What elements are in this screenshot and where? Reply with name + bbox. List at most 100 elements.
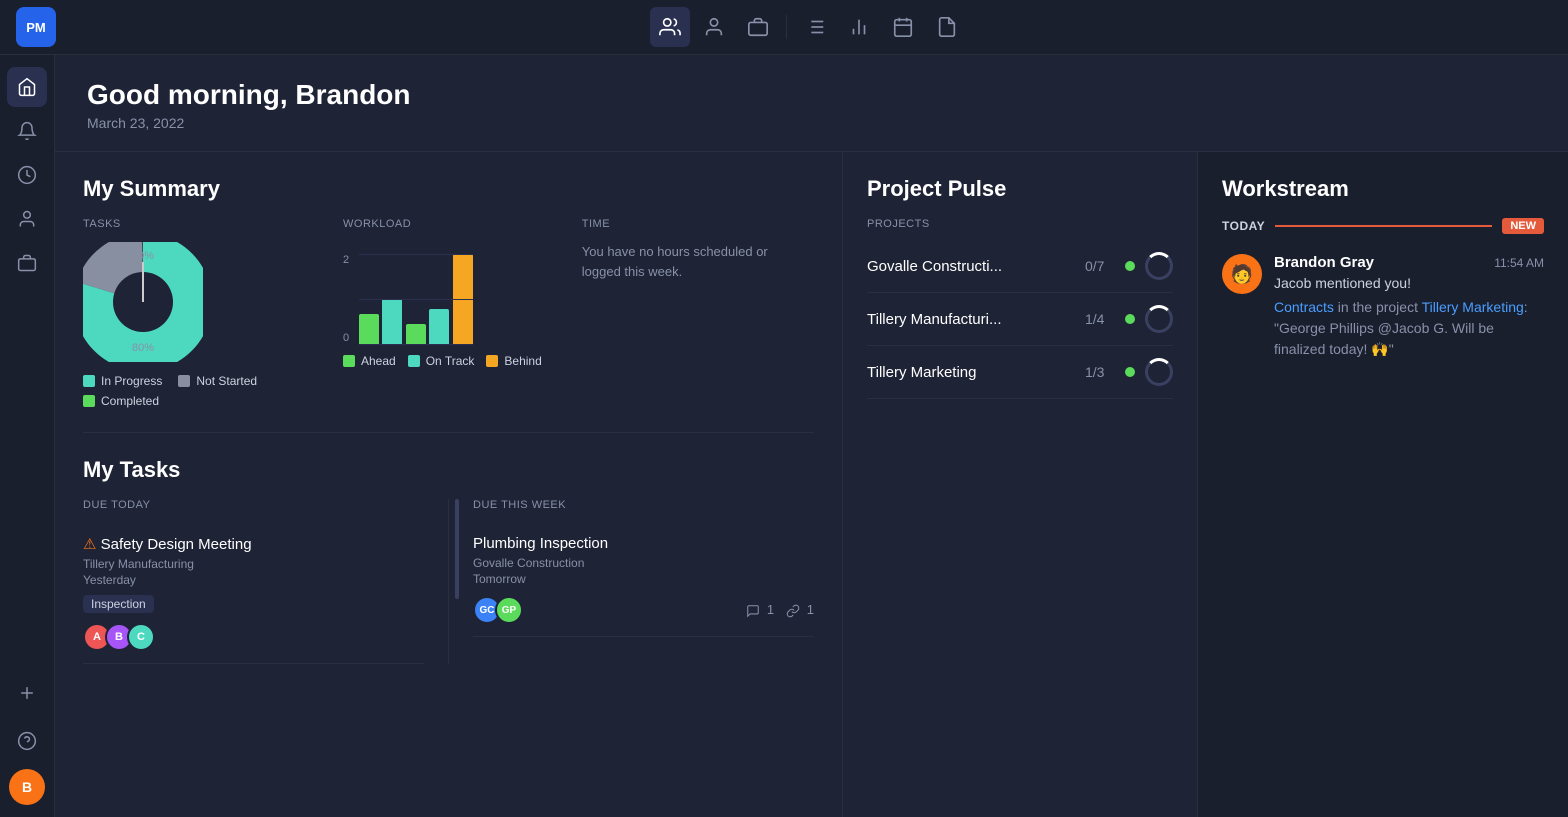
- project-ring-tillery-mfg: [1145, 305, 1173, 333]
- project-ring-tillery-mkt: [1145, 358, 1173, 386]
- task-tag-inspection: Inspection: [83, 595, 154, 613]
- on-track-label: On Track: [426, 354, 475, 368]
- user-avatar[interactable]: B: [9, 769, 45, 805]
- project-status-dot-tillery-mfg: [1125, 314, 1135, 324]
- not-started-dot: [178, 375, 190, 387]
- workstream-contracts-link[interactable]: Contracts: [1274, 299, 1334, 315]
- sidebar-item-user[interactable]: [7, 199, 47, 239]
- project-row-tillery-mkt[interactable]: Tillery Marketing 1/3: [867, 346, 1173, 399]
- calendar-nav-icon[interactable]: [883, 7, 923, 47]
- task-project-tillery: Tillery Manufacturing: [83, 557, 424, 571]
- chart-nav-icon[interactable]: [839, 7, 879, 47]
- my-tasks-section: My Tasks DUE TODAY ⚠ Safety Design Meeti…: [83, 457, 814, 664]
- bar-ontrack-2: [429, 309, 449, 344]
- nav-divider: [786, 15, 787, 39]
- timeline-line: [1275, 225, 1492, 227]
- list-nav-icon[interactable]: [795, 7, 835, 47]
- projects-label: PROJECTS: [867, 218, 1173, 230]
- y-label-0: 0: [343, 332, 349, 344]
- time-text: You have no hours scheduled or logged th…: [582, 242, 782, 281]
- not-started-label: Not Started: [196, 374, 257, 388]
- project-row-govalle[interactable]: Govalle Constructi... 0/7: [867, 240, 1173, 293]
- ahead-dot: [343, 355, 355, 367]
- bar-group-1: [359, 299, 402, 344]
- task-date-tomorrow: Tomorrow: [473, 572, 814, 586]
- project-status-dot-govalle: [1125, 261, 1135, 271]
- my-summary-section: My Summary TASKS 20%: [83, 176, 814, 408]
- timeline-new-badge: NEW: [1502, 218, 1544, 234]
- document-nav-icon[interactable]: [927, 7, 967, 47]
- task-date-yesterday: Yesterday: [83, 573, 424, 587]
- completed-dot: [83, 395, 95, 407]
- pie-legend: In Progress Not Started Completed: [83, 374, 303, 408]
- workstream-header: Brandon Gray 11:54 AM: [1274, 254, 1544, 271]
- sidebar-item-help[interactable]: [7, 721, 47, 761]
- bar-ahead-1: [359, 314, 379, 344]
- workload-chart: WORKLOAD 2 0: [343, 218, 542, 368]
- due-week-column: DUE THIS WEEK Plumbing Inspection Govall…: [449, 499, 814, 664]
- due-today-label: DUE TODAY: [83, 499, 424, 511]
- project-pulse-panel: Project Pulse PROJECTS Govalle Construct…: [843, 152, 1198, 817]
- sidebar-item-briefcase[interactable]: [7, 243, 47, 283]
- workstream-title: Workstream: [1222, 176, 1544, 202]
- workstream-panel: Workstream TODAY NEW 🧑 Brandon Gray 11:5…: [1198, 152, 1568, 817]
- project-name-tillery-mkt: Tillery Marketing: [867, 364, 1075, 381]
- legend-in-progress: In Progress: [83, 374, 162, 388]
- project-name-govalle: Govalle Constructi...: [867, 258, 1075, 275]
- briefcase-nav-icon[interactable]: [738, 7, 778, 47]
- in-progress-label: In Progress: [101, 374, 162, 388]
- workstream-time: 11:54 AM: [1494, 256, 1544, 270]
- sidebar-item-bell[interactable]: [7, 111, 47, 151]
- project-ring-govalle: [1145, 252, 1173, 280]
- my-summary-title: My Summary: [83, 176, 814, 202]
- workload-legend: Ahead On Track Behind: [343, 354, 542, 368]
- people-nav-icon[interactable]: [650, 7, 690, 47]
- y-label-2: 2: [343, 254, 349, 266]
- bar-group-2: [406, 309, 449, 344]
- task-name-safety: ⚠ Safety Design Meeting: [83, 535, 424, 553]
- task-links: 1: [786, 602, 814, 618]
- workstream-project-link[interactable]: Tillery Marketing: [1422, 299, 1524, 315]
- tasks-chart: TASKS 20%: [83, 218, 303, 408]
- person-nav-icon[interactable]: [694, 7, 734, 47]
- workstream-name: Brandon Gray: [1274, 254, 1374, 271]
- pie-percent-top: 20%: [132, 250, 154, 262]
- warning-icon: ⚠: [83, 536, 101, 553]
- page-title: Good morning, Brandon: [87, 79, 1536, 111]
- workstream-message: Contracts in the project Tillery Marketi…: [1274, 297, 1544, 360]
- legend-ahead: Ahead: [343, 354, 396, 368]
- in-progress-dot: [83, 375, 95, 387]
- project-pulse-title: Project Pulse: [867, 176, 1173, 202]
- task-project-govalle: Govalle Construction: [473, 556, 814, 570]
- sidebar-item-clock[interactable]: [7, 155, 47, 195]
- left-panel: My Summary TASKS 20%: [55, 152, 843, 817]
- pie-percent-bottom: 80%: [132, 342, 154, 354]
- sidebar-item-home[interactable]: [7, 67, 47, 107]
- project-count-tillery-mfg: 1/4: [1085, 311, 1115, 327]
- legend-completed: Completed: [83, 394, 159, 408]
- workload-label: WORKLOAD: [343, 218, 542, 230]
- due-week-label: DUE THIS WEEK: [473, 499, 814, 511]
- legend-on-track: On Track: [408, 354, 475, 368]
- project-count-tillery-mkt: 1/3: [1085, 364, 1115, 380]
- project-status-dot-tillery-mkt: [1125, 367, 1135, 377]
- project-row-tillery-mfg[interactable]: Tillery Manufacturi... 1/4: [867, 293, 1173, 346]
- time-label: TIME: [582, 218, 782, 230]
- completed-label: Completed: [101, 394, 159, 408]
- page-date: March 23, 2022: [87, 115, 1536, 131]
- workstream-avatar-brandon: 🧑: [1222, 254, 1262, 294]
- workstream-timeline: TODAY NEW: [1222, 218, 1544, 234]
- task-week-avatars: GC GP: [473, 596, 523, 624]
- sidebar: B: [0, 55, 55, 817]
- section-divider: [83, 432, 814, 433]
- task-meta: 1 1: [746, 602, 814, 618]
- sidebar-item-plus[interactable]: [7, 673, 47, 713]
- on-track-dot: [408, 355, 420, 367]
- task-name-plumbing: Plumbing Inspection: [473, 535, 814, 552]
- tasks-label: TASKS: [83, 218, 303, 230]
- time-section: TIME You have no hours scheduled or logg…: [582, 218, 782, 281]
- app-logo[interactable]: PM: [16, 7, 56, 47]
- behind-dot: [486, 355, 498, 367]
- due-today-column: DUE TODAY ⚠ Safety Design Meeting Tiller…: [83, 499, 449, 664]
- scroll-indicator: [455, 499, 459, 599]
